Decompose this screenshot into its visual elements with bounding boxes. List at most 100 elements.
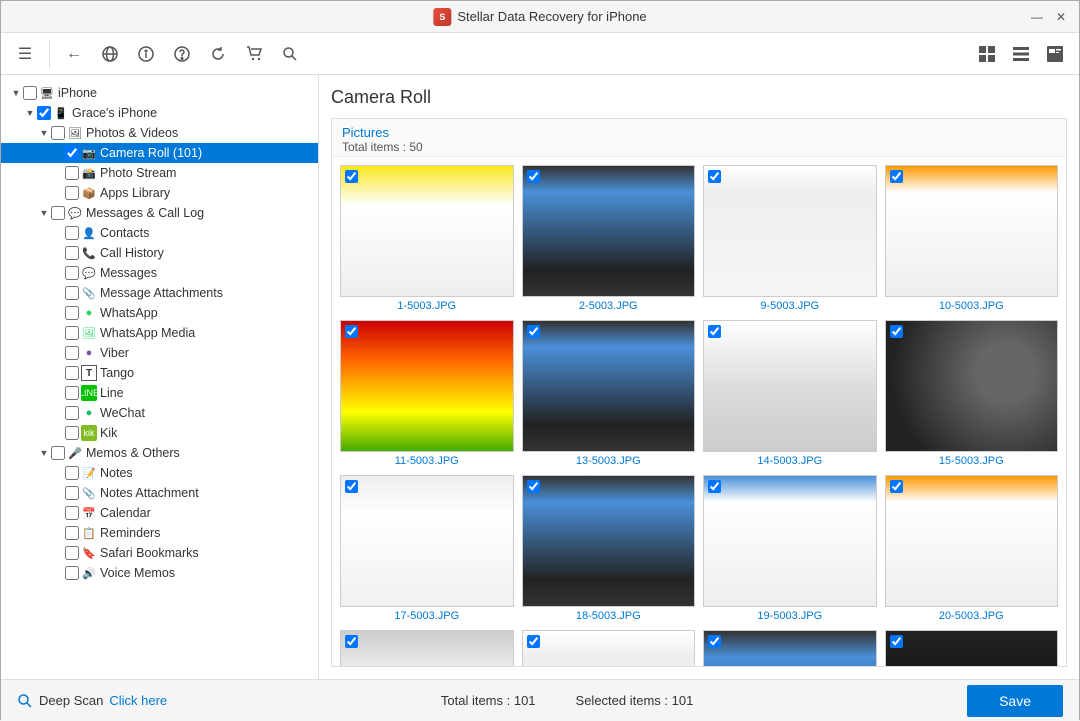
photo-checkbox-label[interactable] [345,635,358,653]
notes-attach-checkbox[interactable] [65,486,79,500]
sidebar-item-viber[interactable]: ▶ ● Viber [1,343,318,363]
photos-videos-checkbox[interactable] [51,126,65,140]
sidebar-item-messages[interactable]: ▶ 💬 Messages [1,263,318,283]
photo-checkbox[interactable] [708,480,721,493]
photo-checkbox-label[interactable] [708,325,721,343]
photo-item[interactable]: 18-5003.JPG [522,475,696,622]
calendar-checkbox[interactable] [65,506,79,520]
sidebar-item-tango[interactable]: ▶ T Tango [1,363,318,383]
photo-item[interactable]: 22-5003.JPG [522,630,696,666]
safari-checkbox[interactable] [65,546,79,560]
pictures-grid-wrapper[interactable]: 1-5003.JPG 2-5003.JPG 9-5003.JPG [332,157,1066,666]
sidebar-item-message-attachments[interactable]: ▶ 📎 Message Attachments [1,283,318,303]
photo-checkbox-label[interactable] [890,170,903,188]
sidebar-item-safari-bookmarks[interactable]: ▶ 🔖 Safari Bookmarks [1,543,318,563]
sidebar-item-apps-library[interactable]: ▶ 📦 Apps Library [1,183,318,203]
photo-checkbox-label[interactable] [345,170,358,188]
photo-checkbox[interactable] [890,635,903,648]
sidebar-item-line[interactable]: ▶ LINE Line [1,383,318,403]
close-button[interactable]: ✕ [1053,9,1069,25]
photo-checkbox[interactable] [708,325,721,338]
photo-checkbox-label[interactable] [345,325,358,343]
sidebar-item-photos-videos[interactable]: ▼ 🖼 Photos & Videos [1,123,318,143]
click-here-link[interactable]: Click here [109,693,167,708]
sidebar-item-reminders[interactable]: ▶ 📋 Reminders [1,523,318,543]
save-button[interactable]: Save [967,685,1063,717]
info-button[interactable] [130,38,162,70]
search-button[interactable] [274,38,306,70]
messages-call-log-checkbox[interactable] [51,206,65,220]
list-view-button[interactable] [1005,38,1037,70]
reminders-checkbox[interactable] [65,526,79,540]
photo-item[interactable]: 10-5003.JPG [885,165,1059,312]
photo-checkbox-label[interactable] [527,480,540,498]
photo-item[interactable]: 14-5003.JPG [703,320,877,467]
photo-item[interactable]: 20-5003.JPG [885,475,1059,622]
sidebar-item-call-history[interactable]: ▶ 📞 Call History [1,243,318,263]
photo-checkbox[interactable] [890,170,903,183]
photo-item[interactable]: 24-5003.JPG [885,630,1059,666]
photo-checkbox-label[interactable] [527,635,540,653]
sidebar-item-whatsapp-media[interactable]: ▶ 🖼 WhatsApp Media [1,323,318,343]
photo-item[interactable]: 17-5003.JPG [340,475,514,622]
kik-checkbox[interactable] [65,426,79,440]
graces-iphone-checkbox[interactable] [37,106,51,120]
photo-checkbox[interactable] [345,635,358,648]
contacts-checkbox[interactable] [65,226,79,240]
sidebar-item-whatsapp[interactable]: ▶ ● WhatsApp [1,303,318,323]
photo-checkbox-label[interactable] [708,635,721,653]
sidebar-item-graces-iphone[interactable]: ▼ 📱 Grace's iPhone [1,103,318,123]
photo-checkbox[interactable] [708,170,721,183]
photo-checkbox-label[interactable] [527,325,540,343]
sidebar-item-calendar[interactable]: ▶ 📅 Calendar [1,503,318,523]
sidebar-item-memos-others[interactable]: ▼ 🎤 Memos & Others [1,443,318,463]
sidebar-item-voice-memos[interactable]: ▶ 🔊 Voice Memos [1,563,318,583]
sidebar-item-wechat[interactable]: ▶ ● WeChat [1,403,318,423]
photo-checkbox-label[interactable] [890,325,903,343]
line-checkbox[interactable] [65,386,79,400]
cart-button[interactable] [238,38,270,70]
sidebar-item-kik[interactable]: ▶ kik Kik [1,423,318,443]
whatsapp-checkbox[interactable] [65,306,79,320]
minimize-button[interactable]: — [1029,9,1045,25]
whatsapp-media-checkbox[interactable] [65,326,79,340]
viber-checkbox[interactable] [65,346,79,360]
sidebar-item-camera-roll[interactable]: ▶ 📷 Camera Roll (101) [1,143,318,163]
globe-button[interactable] [94,38,126,70]
photo-checkbox[interactable] [345,480,358,493]
photo-checkbox-label[interactable] [527,170,540,188]
call-history-checkbox[interactable] [65,246,79,260]
photo-checkbox[interactable] [345,325,358,338]
photo-checkbox[interactable] [345,170,358,183]
help-button[interactable] [166,38,198,70]
apps-library-checkbox[interactable] [65,186,79,200]
photo-item[interactable]: 9-5003.JPG [703,165,877,312]
photo-checkbox[interactable] [890,325,903,338]
sidebar-item-notes-attachment[interactable]: ▶ 📎 Notes Attachment [1,483,318,503]
photo-item[interactable]: 1-5003.JPG [340,165,514,312]
photo-item[interactable]: 15-5003.JPG [885,320,1059,467]
photo-checkbox[interactable] [527,635,540,648]
grid-view-button[interactable] [971,38,1003,70]
sidebar-item-notes[interactable]: ▶ 📝 Notes [1,463,318,483]
back-button[interactable]: ← [58,38,90,70]
sidebar-item-photo-stream[interactable]: ▶ 📸 Photo Stream [1,163,318,183]
photo-item[interactable]: 11-5003.JPG [340,320,514,467]
tango-checkbox[interactable] [65,366,79,380]
photo-checkbox-label[interactable] [345,480,358,498]
photo-checkbox-label[interactable] [890,480,903,498]
photo-item[interactable]: 2-5003.JPG [522,165,696,312]
iphone-checkbox[interactable] [23,86,37,100]
photo-item[interactable]: 21-5003.JPG [340,630,514,666]
memos-others-checkbox[interactable] [51,446,65,460]
messages-checkbox[interactable] [65,266,79,280]
photo-checkbox[interactable] [527,325,540,338]
photo-checkbox-label[interactable] [708,170,721,188]
menu-button[interactable]: ☰ [9,38,41,70]
photo-checkbox-label[interactable] [890,635,903,653]
photo-checkbox[interactable] [527,170,540,183]
refresh-button[interactable] [202,38,234,70]
sidebar-item-iphone[interactable]: ▼ 🖥 iPhone [1,83,318,103]
photo-stream-checkbox[interactable] [65,166,79,180]
photo-checkbox[interactable] [708,635,721,648]
